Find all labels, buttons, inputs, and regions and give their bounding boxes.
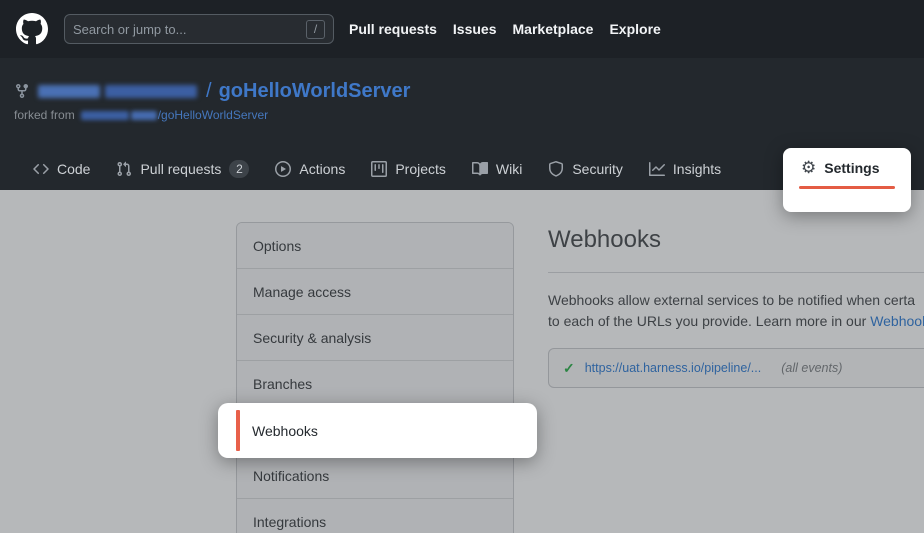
slash-shortcut-badge: / [306, 20, 325, 39]
check-icon: ✓ [563, 360, 575, 377]
tab-label: Actions [299, 161, 345, 177]
repo-tab-bar: Code Pull requests 2 Actions Projects [33, 148, 721, 190]
tab-label: Security [572, 161, 623, 177]
redacted-upstream-owner [81, 111, 129, 120]
search-placeholder: Search or jump to... [73, 22, 306, 37]
sidebar-item-notifications[interactable]: Notifications [237, 453, 513, 499]
webhooks-content: Webhooks Webhooks allow external service… [548, 218, 924, 533]
repo-name-link[interactable]: goHelloWorldServer [219, 80, 411, 103]
tab-security[interactable]: Security [548, 161, 623, 177]
tab-label: Wiki [496, 161, 522, 177]
tab-label: Insights [673, 161, 721, 177]
webhooks-item-spotlight: Webhooks [218, 403, 537, 458]
tab-pull-requests[interactable]: Pull requests 2 [116, 160, 249, 178]
tab-label: Settings [824, 160, 879, 176]
tab-wiki[interactable]: Wiki [472, 161, 522, 177]
webhooks-guide-link[interactable]: Webhooks [870, 313, 924, 329]
repo-title: / goHelloWorldServer [14, 78, 410, 104]
global-header: Search or jump to... / Pull requests Iss… [0, 0, 924, 58]
graph-icon [649, 161, 665, 177]
nav-pull-requests[interactable]: Pull requests [349, 21, 437, 37]
sidebar-item-label: Notifications [253, 468, 329, 484]
gear-icon: ⚙ [801, 159, 816, 176]
webhook-events-label: (all events) [781, 361, 842, 375]
webhook-url-link[interactable]: https://uat.harness.io/pipeline/... [585, 361, 762, 375]
project-board-icon [371, 161, 387, 177]
active-item-marker [236, 410, 240, 451]
global-search-input[interactable]: Search or jump to... / [64, 14, 334, 44]
github-repo-settings-page: Search or jump to... / Pull requests Iss… [0, 0, 924, 533]
global-nav: Pull requests Issues Marketplace Explore [349, 21, 661, 37]
pull-requests-count-badge: 2 [229, 160, 249, 178]
github-logo-icon[interactable] [16, 13, 48, 45]
pull-request-icon [116, 161, 132, 177]
sidebar-item-options[interactable]: Options [237, 223, 513, 269]
redacted-owner-name [105, 85, 197, 98]
redacted-upstream-owner [131, 111, 157, 120]
play-icon [275, 161, 291, 177]
sidebar-item-label: Webhooks [252, 423, 318, 439]
tab-projects[interactable]: Projects [371, 161, 446, 177]
sidebar-item-label: Options [253, 238, 301, 254]
description-text: to each of the URLs you provide. Learn m… [548, 313, 870, 329]
sidebar-item-manage-access[interactable]: Manage access [237, 269, 513, 315]
webhook-list-item: ✓ https://uat.harness.io/pipeline/... (a… [548, 348, 924, 388]
sidebar-item-webhooks[interactable]: Webhooks [236, 408, 519, 453]
description-line-1: Webhooks allow external services to be n… [548, 292, 915, 308]
settings-tab-spotlight: ⚙ Settings [783, 148, 911, 212]
repo-forked-icon [14, 83, 30, 99]
tab-label: Pull requests [140, 161, 221, 177]
divider [548, 272, 924, 273]
page-title: Webhooks [548, 226, 661, 254]
sidebar-item-label: Integrations [253, 514, 326, 530]
shield-icon [548, 161, 564, 177]
sidebar-item-branches[interactable]: Branches [237, 361, 513, 407]
active-tab-underline [799, 186, 895, 189]
description-line-2: to each of the URLs you provide. Learn m… [548, 313, 924, 329]
tab-settings[interactable]: ⚙ Settings [801, 159, 879, 176]
tab-actions[interactable]: Actions [275, 161, 345, 177]
forked-from-line: forked from /goHelloWorldServer [14, 108, 268, 122]
forked-from-label: forked from [14, 108, 75, 122]
nav-issues[interactable]: Issues [453, 21, 497, 37]
sidebar-item-label: Branches [253, 376, 312, 392]
repo-path-separator: / [206, 80, 212, 103]
nav-explore[interactable]: Explore [609, 21, 660, 37]
sidebar-item-label: Security & analysis [253, 330, 371, 346]
sidebar-item-security-analysis[interactable]: Security & analysis [237, 315, 513, 361]
tab-label: Projects [395, 161, 446, 177]
tab-label: Code [57, 161, 90, 177]
tab-insights[interactable]: Insights [649, 161, 721, 177]
nav-marketplace[interactable]: Marketplace [513, 21, 594, 37]
code-icon [33, 161, 49, 177]
sidebar-item-label: Manage access [253, 284, 351, 300]
upstream-repo-link[interactable]: /goHelloWorldServer [158, 108, 269, 122]
book-icon [472, 161, 488, 177]
redacted-owner-name [38, 85, 100, 98]
settings-sidebar: Options Manage access Security & analysi… [236, 222, 514, 533]
sidebar-item-integrations[interactable]: Integrations [237, 499, 513, 533]
tab-code[interactable]: Code [33, 161, 90, 177]
